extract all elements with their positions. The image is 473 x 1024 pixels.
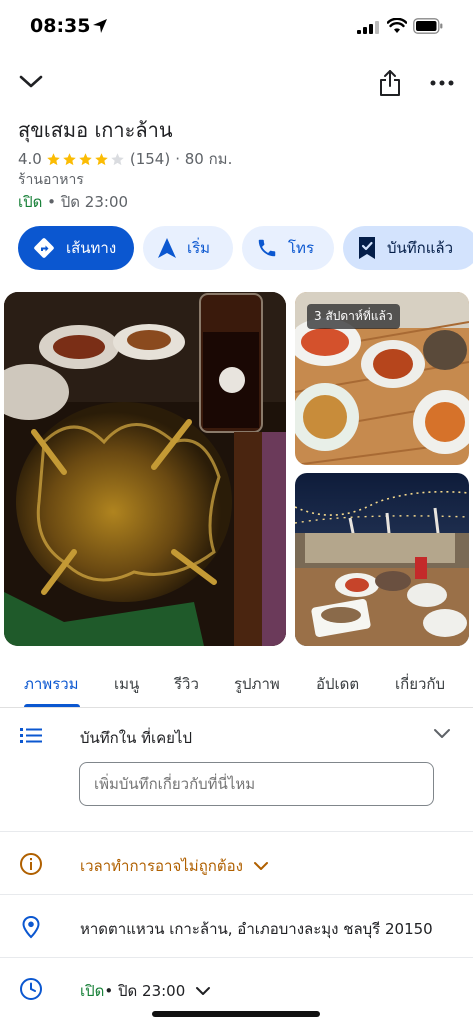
home-indicator	[152, 1011, 320, 1017]
rating-stars	[46, 152, 126, 167]
hours-detail: เปิด • ปิด 23:00	[80, 979, 211, 1003]
action-buttons: เส้นทาง เริ่ม โทร บันทึกแล้ว	[18, 226, 473, 270]
saved-label: บันทึกแล้ว	[387, 239, 454, 257]
call-label: โทร	[288, 239, 315, 257]
photo-main[interactable]	[4, 292, 286, 646]
hours-warning-row[interactable]: เวลาทำการอาจไม่ถูกต้อง	[0, 833, 473, 895]
status-bar: 08:35	[0, 0, 473, 54]
info-icon	[20, 853, 42, 875]
star-filled-icon	[63, 152, 76, 165]
call-button[interactable]: โทร	[242, 226, 334, 270]
distance: · 80 กม.	[175, 150, 233, 168]
rating-row[interactable]: 4.0 (154) · 80 กม.	[18, 147, 232, 171]
list-icon	[20, 728, 42, 743]
star-filled-icon	[79, 152, 92, 165]
bookmark-icon	[357, 236, 377, 260]
close-time: • ปิด 23:00	[104, 982, 186, 1000]
chevron-down-icon[interactable]	[433, 728, 451, 740]
share-icon[interactable]	[378, 68, 402, 98]
hours-warning-label: เวลาทำการอาจไม่ถูกต้อง	[80, 857, 243, 875]
directions-button[interactable]: เส้นทาง	[18, 226, 134, 270]
place-category: ร้านอาหาร	[18, 172, 84, 188]
saved-button[interactable]: บันทึกแล้ว	[343, 226, 473, 270]
location-arrow-icon	[93, 19, 107, 33]
star-filled-icon	[47, 152, 60, 165]
top-bar	[0, 60, 473, 106]
status-time: 08:35	[30, 15, 91, 37]
active-tab-indicator	[24, 704, 80, 707]
review-count: (154)	[129, 150, 171, 168]
photo-top-right[interactable]: 3 สัปดาห์ที่แล้ว	[295, 292, 469, 465]
cellular-signal-icon	[357, 21, 379, 34]
start-label: เริ่ม	[187, 239, 211, 257]
saved-in-label[interactable]: บันทึกใน ที่เคยไป	[80, 726, 192, 750]
start-button[interactable]: เริ่ม	[143, 226, 233, 270]
food-photo-crab	[4, 292, 286, 646]
tab-updates[interactable]: อัปเดต	[316, 672, 359, 696]
hours-summary: เปิด • ปิด 23:00	[18, 190, 128, 214]
open-status: เปิด	[18, 193, 43, 211]
wifi-icon	[387, 18, 407, 33]
saved-lists-section: บันทึกใน ที่เคยไป	[0, 712, 473, 832]
battery-icon	[413, 18, 443, 34]
hours-warning: เวลาทำการอาจไม่ถูกต้อง	[80, 854, 269, 878]
location-pin-icon	[22, 915, 40, 939]
tab-photos[interactable]: รูปภาพ	[234, 672, 280, 696]
directions-icon	[32, 236, 56, 260]
beach-dining-photo	[295, 473, 469, 646]
photo-gallery: 3 สัปดาห์ที่แล้ว	[4, 292, 473, 646]
place-title: สุขเสมอ เกาะล้าน	[18, 118, 173, 142]
star-empty-icon	[111, 152, 124, 165]
tab-about[interactable]: เกี่ยวกับ	[395, 672, 445, 696]
address: หาดตาแหวน เกาะล้าน, อำเภอบางละมุง ชลบุรี…	[80, 920, 433, 938]
tab-menu[interactable]: เมนู	[114, 672, 139, 696]
address-row[interactable]: หาดตาแหวน เกาะล้าน, อำเภอบางละมุง ชลบุรี…	[0, 896, 473, 958]
chevron-down-icon	[253, 861, 269, 871]
clock-icon	[20, 978, 42, 1000]
phone-icon	[256, 237, 278, 259]
close-time: • ปิด 23:00	[42, 193, 129, 211]
photo-bottom-right[interactable]	[295, 473, 469, 646]
photo-date-badge: 3 สัปดาห์ที่แล้ว	[307, 304, 400, 329]
chevron-down-icon	[195, 986, 211, 996]
note-input[interactable]	[79, 762, 434, 806]
star-filled-icon	[95, 152, 108, 165]
tab-reviews[interactable]: รีวิว	[174, 672, 199, 696]
collapse-chevron-icon[interactable]	[18, 72, 44, 92]
directions-label: เส้นทาง	[66, 239, 117, 257]
more-options-icon[interactable]	[430, 80, 454, 86]
open-status: เปิด	[80, 982, 105, 1000]
place-tabs: ภาพรวม เมนู รีวิว รูปภาพ อัปเดต เกี่ยวกั…	[0, 660, 473, 708]
navigation-arrow-icon	[157, 237, 177, 259]
rating-value: 4.0	[18, 150, 42, 168]
tab-overview[interactable]: ภาพรวม	[24, 672, 79, 696]
